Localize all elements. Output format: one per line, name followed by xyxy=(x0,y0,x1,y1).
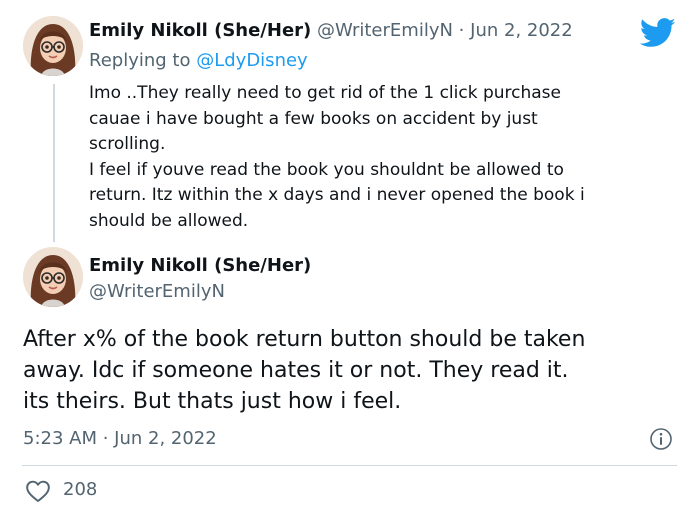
tweet-text-line: away. Idc if someone hates it or not. Th… xyxy=(23,358,569,383)
tweet-timestamp[interactable]: 5:23 AM · Jun 2, 2022 xyxy=(23,428,217,449)
author-handle[interactable]: @WriterEmilyN xyxy=(89,281,225,302)
tweet-text-line: cauae i have bought a few books on accid… xyxy=(89,108,538,129)
avatar[interactable] xyxy=(23,247,83,307)
tweet-text-line: scrolling. xyxy=(89,134,166,154)
tweet-text-line: return. Itz within the x days and i neve… xyxy=(89,185,585,205)
tweet-date[interactable]: Jun 2, 2022 xyxy=(470,20,573,41)
author-handle[interactable]: @WriterEmilyN xyxy=(317,20,453,41)
tweet-text-line: Imo ..They really need to get rid of the… xyxy=(89,83,561,103)
replying-to: Replying to @LdyDisney xyxy=(89,50,308,71)
replying-to-handle[interactable]: @LdyDisney xyxy=(196,50,307,71)
tweet-text-line: After x% of the book return button shoul… xyxy=(23,327,586,352)
author-display-name[interactable]: Emily Nikoll (She/Her) xyxy=(89,255,311,276)
reply-tweet-header: Emily Nikoll (She/Her) @WriterEmilyN · J… xyxy=(89,20,573,41)
tweet-text-line: its theirs. But thats just how i feel. xyxy=(23,389,402,414)
avatar-illustration xyxy=(23,247,83,307)
heart-icon[interactable] xyxy=(25,479,51,503)
reply-tweet-text: Imo ..They really need to get rid of the… xyxy=(89,81,649,234)
divider xyxy=(22,465,677,466)
replying-to-label: Replying to xyxy=(89,50,191,71)
tweet-text-line: I feel if youve read the book you should… xyxy=(89,159,564,180)
header-separator: · xyxy=(458,20,465,41)
author-display-name[interactable]: Emily Nikoll (She/Her) xyxy=(89,20,311,41)
like-count[interactable]: 208 xyxy=(63,479,97,500)
tweet-text-line: should be allowed. xyxy=(89,210,249,231)
info-icon[interactable] xyxy=(649,427,673,451)
twitter-bird-icon[interactable] xyxy=(639,18,676,48)
avatar-illustration xyxy=(23,16,83,76)
avatar[interactable] xyxy=(23,16,83,76)
main-tweet-text: After x% of the book return button shoul… xyxy=(23,324,683,417)
thread-connector-line xyxy=(53,84,55,242)
